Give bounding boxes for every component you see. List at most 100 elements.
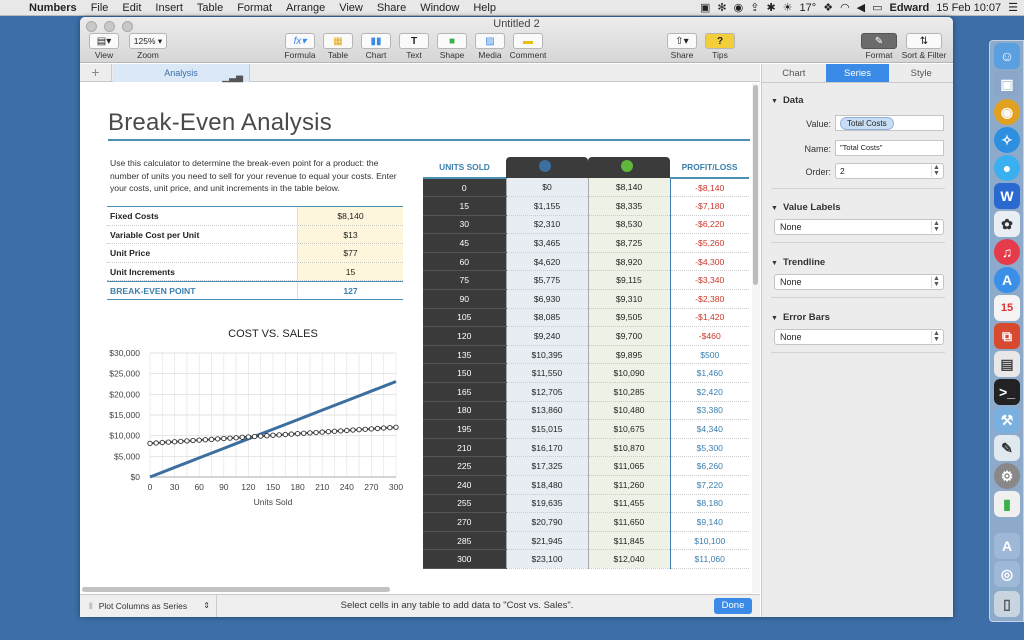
cell-sales[interactable]: $11,550 bbox=[505, 363, 588, 384]
sheet-tab-analysis[interactable]: Analysis ▁▃▅ bbox=[113, 64, 250, 82]
menu-edit[interactable]: Edit bbox=[115, 0, 148, 16]
cell-sales[interactable]: $21,945 bbox=[505, 531, 588, 551]
cell-units-sold[interactable]: 225 bbox=[423, 456, 506, 476]
cell-total-costs[interactable]: $8,725 bbox=[587, 233, 670, 253]
cell-total-costs[interactable]: $11,260 bbox=[587, 475, 670, 495]
cell-sales[interactable]: $0 bbox=[505, 178, 588, 198]
cell-units-sold[interactable]: 195 bbox=[423, 419, 506, 439]
clock[interactable]: 15 Feb 10:07 bbox=[936, 0, 1001, 16]
parallels-icon[interactable]: ⧉ bbox=[994, 323, 1020, 349]
menu-help[interactable]: Help bbox=[466, 0, 503, 16]
formula-button[interactable]: fx▾ Formula bbox=[284, 33, 316, 60]
cell-total-costs[interactable]: $8,335 bbox=[587, 196, 670, 216]
bluetooth-icon[interactable]: ✱ bbox=[766, 0, 775, 16]
cell-sales[interactable]: $1,155 bbox=[505, 196, 588, 216]
cell-total-costs[interactable]: $11,650 bbox=[587, 512, 670, 532]
tips-button[interactable]: ? Tips bbox=[704, 33, 736, 60]
cell-sales[interactable]: $18,480 bbox=[505, 475, 588, 495]
itunes-icon[interactable]: ♫ bbox=[994, 239, 1020, 265]
trendline-select[interactable]: None ▲ ▼ bbox=[774, 274, 944, 290]
order-stepper[interactable]: 2 ▲ ▼ bbox=[835, 163, 944, 179]
section-data[interactable]: ▼ Data bbox=[771, 95, 804, 106]
volume-icon[interactable]: ◀ bbox=[857, 0, 865, 16]
cell-units-sold[interactable]: 285 bbox=[423, 531, 506, 551]
cell-units-sold[interactable]: 135 bbox=[423, 345, 506, 365]
cell-profit-loss[interactable]: $10,100 bbox=[669, 531, 749, 551]
cell-sales[interactable]: $23,100 bbox=[505, 549, 588, 569]
cell-profit-loss[interactable]: $1,460 bbox=[669, 363, 749, 384]
cell-units-sold[interactable]: 60 bbox=[423, 252, 506, 272]
cell-sales[interactable]: $2,310 bbox=[505, 215, 588, 235]
break-even-value[interactable]: 127 bbox=[297, 282, 403, 299]
wifi-icon[interactable]: ◠ bbox=[840, 0, 850, 16]
media-button[interactable]: ▨ Media bbox=[474, 33, 506, 60]
cell-units-sold[interactable]: 105 bbox=[423, 308, 506, 328]
cell-units-sold[interactable]: 270 bbox=[423, 512, 506, 532]
view-button[interactable]: ▤▾ View bbox=[88, 33, 120, 60]
value-token[interactable]: Total Costs bbox=[840, 117, 894, 130]
cell-units-sold[interactable]: 120 bbox=[423, 326, 506, 346]
input-cell-fixed-costs[interactable]: $8,140 bbox=[297, 207, 403, 225]
cell-total-costs[interactable]: $11,845 bbox=[587, 531, 670, 551]
cell-total-costs[interactable]: $9,310 bbox=[587, 289, 670, 309]
finder-icon[interactable]: ☺ bbox=[994, 43, 1020, 69]
cell-profit-loss[interactable]: $3,380 bbox=[669, 401, 749, 421]
format-button[interactable]: ✎ Format bbox=[860, 33, 898, 60]
name-field[interactable]: "Total Costs" bbox=[835, 140, 944, 156]
battery-icon[interactable]: ▭ bbox=[872, 0, 882, 16]
cell-profit-loss[interactable]: -$8,140 bbox=[669, 178, 749, 198]
vertical-scroll-thumb[interactable] bbox=[753, 85, 758, 285]
cell-profit-loss[interactable]: $8,180 bbox=[669, 494, 749, 514]
cell-profit-loss[interactable]: -$1,420 bbox=[669, 308, 749, 328]
cell-profit-loss[interactable]: -$5,260 bbox=[669, 233, 749, 253]
photos-icon[interactable]: ✿ bbox=[994, 211, 1020, 237]
word-icon[interactable]: W bbox=[994, 183, 1020, 209]
cell-total-costs[interactable]: $8,920 bbox=[587, 252, 670, 272]
comment-button[interactable]: ▬ Comment bbox=[510, 33, 546, 60]
user-name[interactable]: Edward bbox=[890, 0, 930, 16]
cell-total-costs[interactable]: $10,870 bbox=[587, 438, 670, 458]
section-trendline[interactable]: ▼ Trendline bbox=[771, 257, 825, 268]
cell-units-sold[interactable]: 240 bbox=[423, 475, 506, 495]
upload-icon[interactable]: ⇪ bbox=[750, 0, 759, 16]
sort-filter-button[interactable]: ⇅ Sort & Filter bbox=[902, 33, 946, 60]
utilities-icon[interactable]: ⚒ bbox=[994, 407, 1020, 433]
cell-units-sold[interactable]: 15 bbox=[423, 196, 506, 216]
applications-folder-icon[interactable]: A bbox=[994, 533, 1020, 559]
table-button[interactable]: ▦ Table bbox=[322, 33, 354, 60]
tab-chart[interactable]: Chart bbox=[762, 64, 826, 82]
cell-profit-loss[interactable]: -$460 bbox=[669, 326, 749, 346]
tab-series[interactable]: Series bbox=[825, 64, 890, 82]
done-button[interactable]: Done bbox=[714, 598, 752, 614]
sync-icon[interactable]: ◉ bbox=[734, 0, 744, 16]
numbers-icon[interactable]: ▮ bbox=[994, 491, 1020, 517]
notes-icon[interactable]: ▤ bbox=[994, 351, 1020, 377]
cell-total-costs[interactable]: $8,140 bbox=[587, 178, 670, 198]
chrome-icon[interactable]: ◉ bbox=[994, 99, 1020, 125]
cell-profit-loss[interactable]: -$7,180 bbox=[669, 196, 749, 216]
header-sales[interactable]: SALES bbox=[506, 157, 588, 178]
menu-format[interactable]: Format bbox=[230, 0, 279, 16]
cell-units-sold[interactable]: 150 bbox=[423, 363, 506, 384]
cell-profit-loss[interactable]: -$4,300 bbox=[669, 252, 749, 272]
menu-arrange[interactable]: Arrange bbox=[279, 0, 332, 16]
shape-button[interactable]: ■ Shape bbox=[436, 33, 468, 60]
system-preferences-icon[interactable]: ⚙ bbox=[994, 463, 1020, 489]
cell-sales[interactable]: $10,395 bbox=[505, 345, 588, 365]
cell-profit-loss[interactable]: $6,260 bbox=[669, 456, 749, 476]
cell-profit-loss[interactable]: $7,220 bbox=[669, 475, 749, 495]
plot-mode-select[interactable]: ⦀ Plot Columns as Series ⇕ bbox=[80, 595, 217, 617]
cell-sales[interactable]: $6,930 bbox=[505, 289, 588, 309]
messages-icon[interactable]: ● bbox=[994, 155, 1020, 181]
cell-total-costs[interactable]: $12,040 bbox=[587, 549, 670, 569]
cell-profit-loss[interactable]: -$3,340 bbox=[669, 270, 749, 291]
cell-sales[interactable]: $20,790 bbox=[505, 512, 588, 532]
menu-app-name[interactable]: Numbers bbox=[22, 0, 84, 16]
cell-units-sold[interactable]: 0 bbox=[423, 178, 506, 198]
cell-units-sold[interactable]: 75 bbox=[423, 270, 506, 291]
input-cell-unit-increments[interactable]: 15 bbox=[297, 262, 403, 280]
cell-sales[interactable]: $8,085 bbox=[505, 308, 588, 328]
cell-total-costs[interactable]: $10,285 bbox=[587, 382, 670, 402]
cost-vs-sales-chart[interactable]: COST VS. SALES $0 $5,000 $10,000 $15,000 $20,… bbox=[100, 311, 410, 525]
section-error-bars[interactable]: ▼ Error Bars bbox=[771, 312, 830, 323]
